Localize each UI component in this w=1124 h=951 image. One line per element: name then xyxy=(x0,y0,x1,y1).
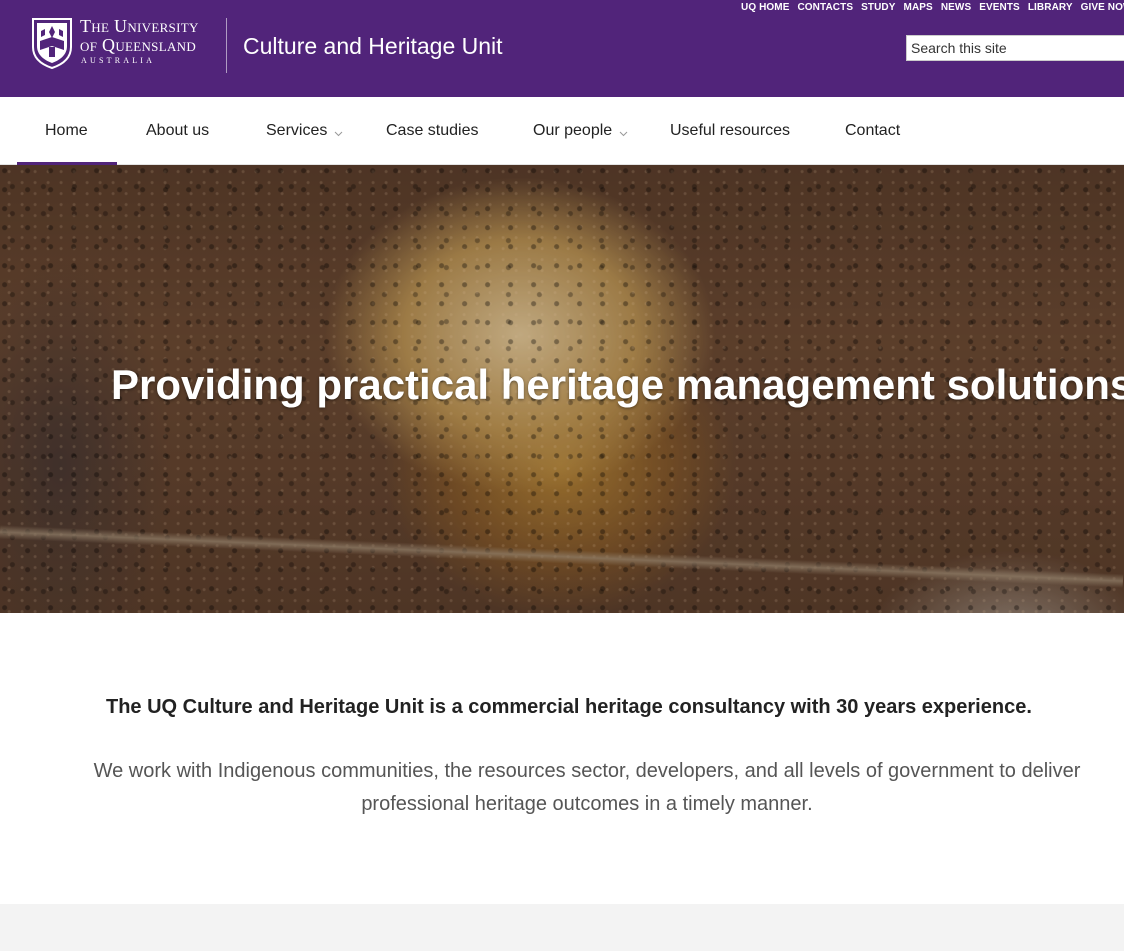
nav-item-label: Home xyxy=(45,122,88,139)
header-divider xyxy=(226,18,227,73)
utility-link-uq-home[interactable]: UQ HOME xyxy=(741,1,789,15)
utility-link-events[interactable]: EVENTS xyxy=(979,1,1020,15)
nav-item-our-people[interactable]: Our people xyxy=(533,97,628,165)
chevron-down-icon xyxy=(619,131,628,136)
nav-item-label: Useful resources xyxy=(670,122,791,139)
intro-body: We work with Indigenous communities, the… xyxy=(93,760,1081,815)
nav-item-contact[interactable]: Contact xyxy=(845,97,900,165)
utility-link-library[interactable]: LIBRARY xyxy=(1028,1,1073,15)
search-input[interactable] xyxy=(906,35,1124,61)
utility-link-news[interactable]: NEWS xyxy=(941,1,971,15)
nav-item-label: Services xyxy=(266,122,328,139)
intro-lead: The UQ Culture and Heritage Unit is a co… xyxy=(106,696,1032,718)
utility-nav: UQ HOME CONTACTS STUDY MAPS NEWS EVENTS … xyxy=(741,1,1124,15)
main-nav: Home About us Services Case studies Our … xyxy=(0,97,1124,165)
nav-item-case-studies[interactable]: Case studies xyxy=(386,97,479,165)
logo-line-1: The University xyxy=(80,16,199,36)
nav-item-about-us[interactable]: About us xyxy=(146,97,209,165)
logo-line-3: AUSTRALIA xyxy=(81,56,156,65)
nav-item-services[interactable]: Services xyxy=(266,97,343,165)
uq-wordmark: The University of Queensland AUSTRALIA xyxy=(80,16,220,66)
chevron-down-icon xyxy=(335,131,343,136)
utility-link-maps[interactable]: MAPS xyxy=(904,1,933,15)
utility-link-contacts[interactable]: CONTACTS xyxy=(797,1,853,15)
nav-item-useful-resources[interactable]: Useful resources xyxy=(670,97,790,165)
footer-band xyxy=(0,904,1124,951)
nav-item-home[interactable]: Home xyxy=(17,97,117,165)
nav-item-label: Our people xyxy=(533,122,613,139)
hero-title: Providing practical heritage management … xyxy=(111,361,1124,408)
utility-link-study[interactable]: STUDY xyxy=(861,1,895,15)
site-header: UQ HOME CONTACTS STUDY MAPS NEWS EVENTS … xyxy=(0,0,1124,97)
logo-line-2: of Queensland xyxy=(80,35,197,55)
uq-crest-icon xyxy=(32,18,72,69)
nav-item-label: Case studies xyxy=(386,122,479,139)
utility-link-give-now[interactable]: GIVE NOW xyxy=(1081,1,1124,15)
site-title[interactable]: Culture and Heritage Unit xyxy=(243,32,503,60)
hero-banner: Providing practical heritage management … xyxy=(0,165,1124,613)
nav-item-label: About us xyxy=(146,122,210,139)
nav-item-label: Contact xyxy=(845,122,901,139)
uq-logo[interactable]: The University of Queensland AUSTRALIA xyxy=(31,17,213,71)
